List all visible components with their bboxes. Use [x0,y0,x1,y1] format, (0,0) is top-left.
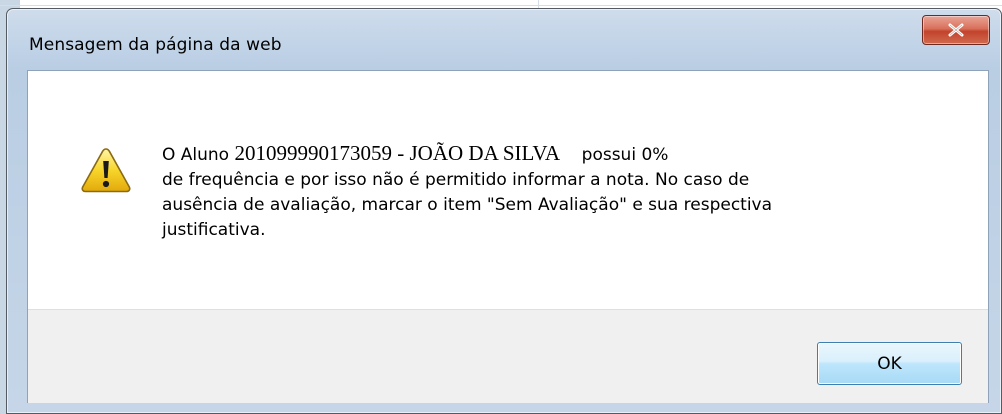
message-line: justificativa. [162,220,266,240]
message-area: O Aluno 201099990173059 - JOÃO DA SILVA … [28,71,988,309]
dialog-title: Mensagem da página da web [29,35,282,55]
message-dialog: Mensagem da página da web O Aluno 201099… [6,8,1002,414]
warning-icon [81,148,131,193]
dialog-body: O Aluno 201099990173059 - JOÃO DA SILVA … [27,70,989,403]
dialog-titlebar[interactable]: Mensagem da página da web [7,9,1001,73]
dialog-message: O Aluno 201099990173059 - JOÃO DA SILVA … [162,141,942,243]
message-frequency: possui 0% [581,145,669,165]
close-icon [948,23,964,37]
message-line: O Aluno 201099990173059 - JOÃO DA SILVA … [162,141,942,168]
background-divider [0,5,1002,6]
close-button[interactable] [922,15,990,45]
message-line: ausência de avaliação, marcar o item "Se… [162,195,773,215]
ok-button[interactable]: OK [817,342,962,385]
message-line: de frequência e por isso não é permitido… [162,170,750,190]
message-prefix: O Aluno [162,145,235,165]
dialog-footer: OK [28,309,988,403]
background-divider [538,0,539,8]
student-identifier: 201099990173059 - JOÃO DA SILVA [234,141,561,165]
